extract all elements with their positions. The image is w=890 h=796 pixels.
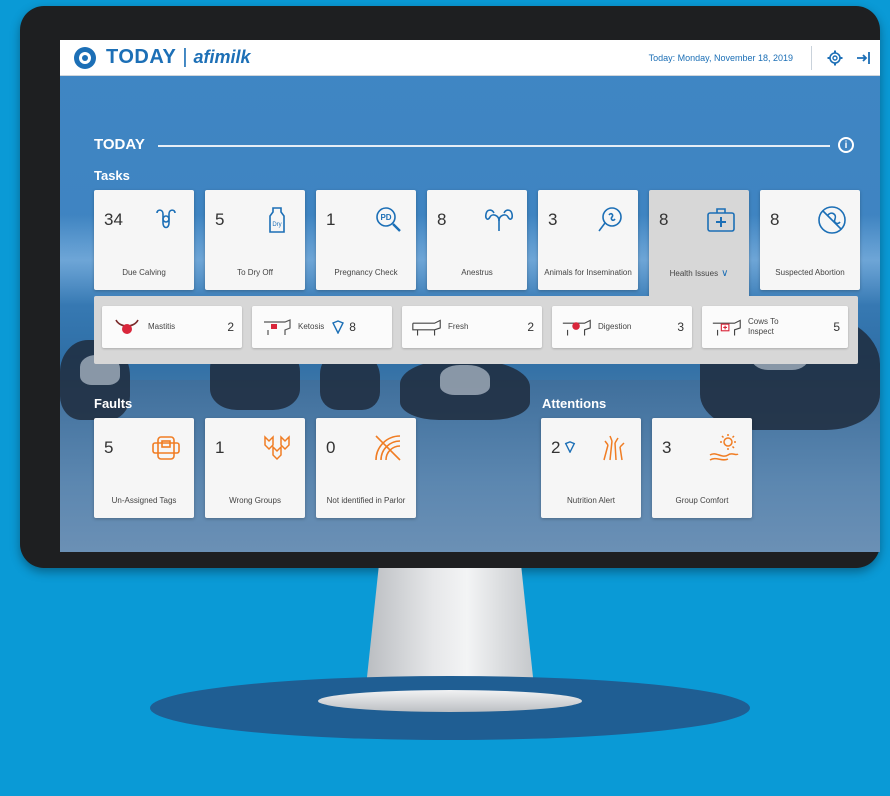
cow-inspect-icon	[710, 315, 744, 339]
attention-card-nutrition-alert[interactable]: 2 Nutrition Alert	[541, 418, 641, 518]
monitor-base	[318, 690, 582, 712]
health-item-mastitis[interactable]: Mastitis 2	[102, 306, 242, 348]
tag-icon	[148, 430, 184, 466]
health-item-count: 2	[527, 320, 534, 334]
top-bar: TODAY | afimilk Today: Monday, November …	[60, 40, 880, 76]
attention-label: Group Comfort	[675, 495, 729, 505]
gear-icon[interactable]	[824, 47, 846, 69]
health-item-digestion[interactable]: Digestion 3	[552, 306, 692, 348]
first-aid-kit-icon	[703, 202, 739, 238]
feed-icon	[595, 430, 631, 466]
task-card-anestrus[interactable]: 8 Anestrus	[427, 190, 527, 290]
task-card-to-dry-off[interactable]: 5 Dry To Dry Off	[205, 190, 305, 290]
udder-icon	[110, 315, 144, 339]
health-item-count: 5	[833, 320, 840, 334]
pd-search-icon: PD	[370, 202, 406, 238]
task-count: 34	[104, 210, 123, 229]
task-card-health-issues[interactable]: 8 Health Issues ∨	[649, 190, 749, 302]
attentions-label: Attentions	[542, 396, 607, 411]
fault-label: Wrong Groups	[229, 495, 281, 505]
fault-count: 1	[215, 438, 225, 457]
cow-digestion-icon	[560, 315, 594, 339]
task-label: To Dry Off	[237, 267, 273, 277]
abortion-icon	[814, 202, 850, 238]
current-date: Today: Monday, November 18, 2019	[648, 52, 793, 63]
uterus-icon	[148, 202, 184, 238]
task-label: Anestrus	[461, 267, 493, 277]
fault-count: 5	[104, 438, 114, 457]
drop-shield-icon	[565, 441, 576, 454]
fault-card-not-identified-in-parlor[interactable]: 0 Not identified in Parlor	[316, 418, 416, 518]
no-signal-icon	[370, 430, 406, 466]
health-item-label: Cows To Inspect	[748, 317, 779, 336]
task-card-suspected-abortion[interactable]: 8 Suspected Abortion	[760, 190, 860, 290]
health-item-label: Ketosis	[298, 322, 325, 332]
faults-label: Faults	[94, 396, 133, 411]
health-item-label: Digestion	[598, 322, 632, 332]
task-label: Suspected Abortion	[775, 267, 845, 277]
sun-comfort-icon	[706, 430, 742, 466]
monitor-frame: TODAY | afimilk Today: Monday, November …	[20, 6, 880, 568]
attention-count-value: 2	[551, 438, 561, 457]
cow-ketosis-icon	[260, 315, 294, 339]
attention-count: 3	[662, 438, 672, 457]
health-item-ketosis[interactable]: Ketosis 8	[252, 306, 392, 348]
health-item-label: Mastitis	[148, 322, 176, 332]
health-item-label: Fresh	[448, 322, 469, 332]
fault-label: Un-Assigned Tags	[111, 495, 177, 505]
chevron-down-icon[interactable]: ∨	[721, 268, 728, 279]
task-count: 8	[437, 210, 447, 229]
brand-logo: afimilk	[193, 47, 251, 67]
logout-icon[interactable]	[852, 47, 874, 69]
tasks-label: Tasks	[94, 168, 130, 183]
task-card-pregnancy-check[interactable]: 1 PD Pregnancy Check	[316, 190, 416, 290]
ovaries-icon	[481, 202, 517, 238]
svg-text:Dry: Dry	[272, 222, 281, 228]
attention-card-group-comfort[interactable]: 3 Group Comfort	[652, 418, 752, 518]
drop-shield-icon	[330, 315, 346, 339]
attention-label: Nutrition Alert	[566, 495, 616, 505]
svg-text:PD: PD	[380, 213, 391, 222]
task-label: Health Issues ∨	[655, 267, 743, 280]
task-count: 5	[215, 210, 225, 229]
app-screen: TODAY | afimilk Today: Monday, November …	[60, 40, 880, 552]
background-cow	[440, 365, 490, 395]
fault-card-wrong-groups[interactable]: 1 Wrong Groups	[205, 418, 305, 518]
fault-card-unassigned-tags[interactable]: 5 Un-Assigned Tags	[94, 418, 194, 518]
health-item-count: 2	[227, 320, 234, 334]
app-title: TODAY	[106, 46, 177, 68]
task-label: Animals for Insemination	[544, 267, 632, 277]
header-divider	[811, 45, 812, 70]
today-logo-icon	[74, 46, 96, 69]
fault-label: Not identified in Parlor	[326, 495, 406, 505]
cow-group-icon	[259, 430, 295, 466]
info-icon[interactable]: i	[838, 137, 854, 153]
task-count: 8	[659, 210, 669, 229]
fault-count: 0	[326, 438, 336, 457]
health-item-cows-to-inspect[interactable]: Cows To Inspect 5	[702, 306, 848, 348]
task-card-animals-for-insemination[interactable]: 3 Animals for Insemination	[538, 190, 638, 290]
brand-separator: |	[182, 46, 188, 68]
health-item-count: 3	[677, 320, 684, 334]
health-item-count: 8	[349, 320, 356, 334]
task-count: 1	[326, 210, 336, 229]
section-title: TODAY	[94, 136, 145, 153]
attention-count: 2	[551, 438, 576, 458]
task-count: 8	[770, 210, 780, 229]
cow-fresh-icon	[410, 315, 444, 339]
section-divider	[158, 145, 830, 147]
health-issues-label: Health Issues	[669, 269, 719, 278]
task-label: Pregnancy Check	[334, 267, 398, 277]
task-card-due-calving[interactable]: 34 Due Calving	[94, 190, 194, 290]
insemination-icon	[592, 202, 628, 238]
task-count: 3	[548, 210, 558, 229]
health-issues-panel: Mastitis 2 Ketosis 8 Fresh 2 Digestion 3…	[94, 296, 858, 364]
milk-bottle-icon: Dry	[259, 202, 295, 238]
task-label: Due Calving	[122, 267, 166, 277]
health-item-fresh[interactable]: Fresh 2	[402, 306, 542, 348]
